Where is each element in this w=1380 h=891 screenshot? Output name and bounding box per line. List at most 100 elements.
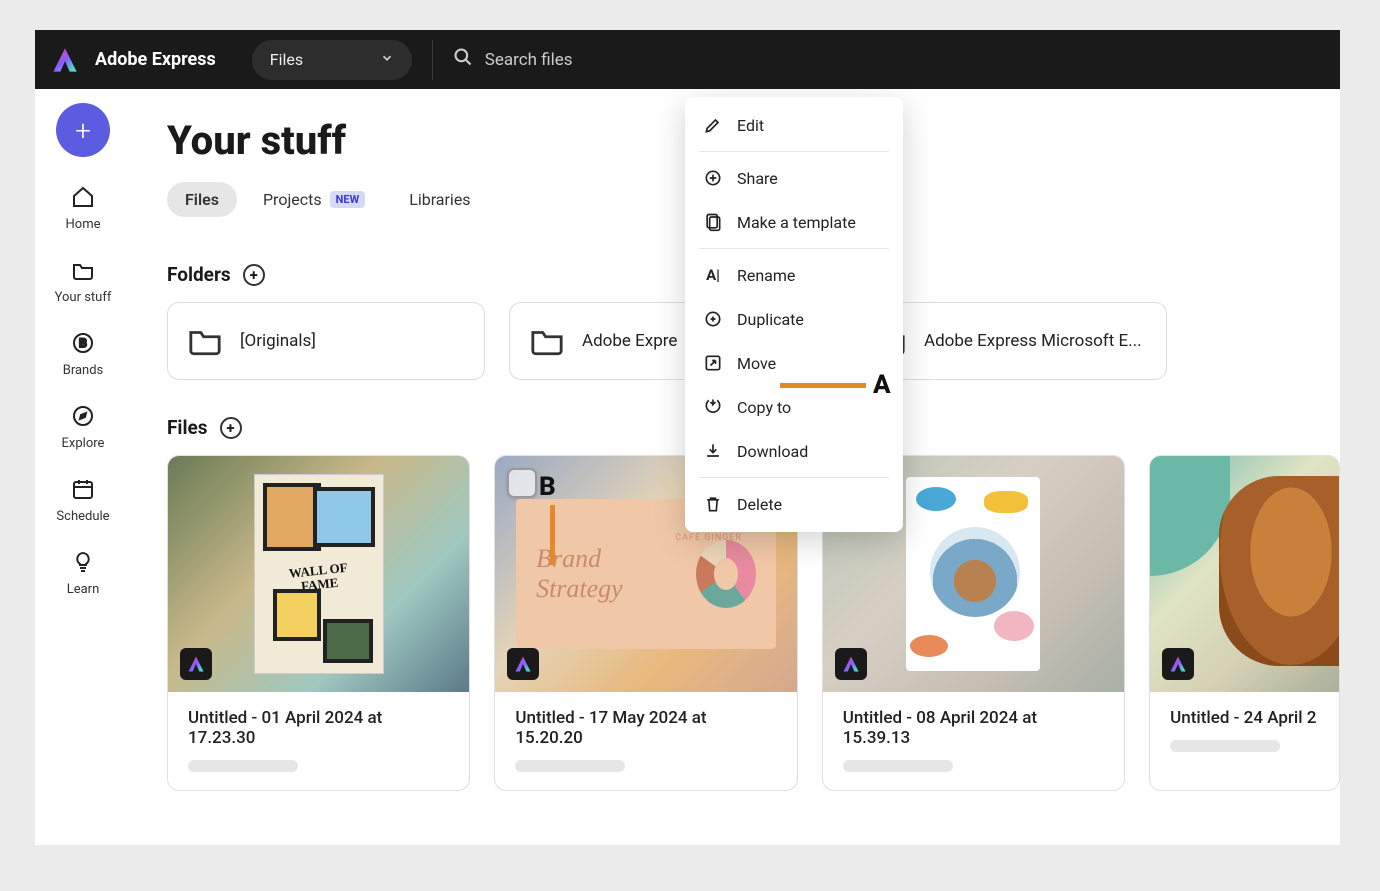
search-placeholder: Search files xyxy=(485,50,573,70)
thumbnail-caption: CAFE GINGER xyxy=(675,533,742,543)
context-menu: Edit Share Make a template A| Rename Dup… xyxy=(685,97,903,532)
adobe-badge-icon xyxy=(507,648,539,680)
folder-name: Adobe Express Microsoft E... xyxy=(924,331,1142,351)
app-frame: Adobe Express Files Search files + Home … xyxy=(35,30,1340,845)
scope-dropdown[interactable]: Files xyxy=(252,40,412,80)
ctx-label: Copy to xyxy=(737,398,791,417)
sidebar-item-your-stuff[interactable]: Your stuff xyxy=(43,250,123,313)
file-meta: Untitled - 24 April 2 xyxy=(1150,692,1339,770)
folder-icon xyxy=(530,326,564,356)
search-input[interactable]: Search files xyxy=(453,47,573,72)
file-card[interactable]: WALL OF FAME Untitled - 01 April 2024 at… xyxy=(167,455,470,791)
duplicate-icon xyxy=(703,309,723,329)
file-title: Untitled - 08 April 2024 at 15.39.13 xyxy=(843,708,1104,748)
file-meta: Untitled - 01 April 2024 at 17.23.30 xyxy=(168,692,469,790)
folder-icon xyxy=(188,326,222,356)
template-icon xyxy=(703,212,723,232)
file-subtitle-placeholder xyxy=(843,760,953,772)
ctx-separator xyxy=(699,477,889,478)
ctx-item-duplicate[interactable]: Duplicate xyxy=(685,297,903,341)
add-folder-button[interactable]: + xyxy=(243,264,265,286)
tab-libraries[interactable]: Libraries xyxy=(391,182,488,217)
adobe-logo-icon xyxy=(51,46,79,74)
ctx-label: Edit xyxy=(737,116,764,135)
adobe-badge-icon xyxy=(1162,648,1194,680)
home-icon xyxy=(71,185,95,213)
tab-projects[interactable]: Projects NEW xyxy=(245,182,383,217)
folder-card[interactable]: [Originals] xyxy=(167,302,485,380)
ctx-item-edit[interactable]: Edit xyxy=(685,103,903,147)
topbar-separator xyxy=(432,40,433,80)
annotation-label-a: A xyxy=(873,370,891,400)
sidebar-item-schedule[interactable]: Schedule xyxy=(43,469,123,532)
new-badge: NEW xyxy=(330,191,366,208)
pencil-icon xyxy=(703,115,723,135)
tab-files[interactable]: Files xyxy=(167,182,237,217)
share-icon xyxy=(703,168,723,188)
file-meta: Untitled - 08 April 2024 at 15.39.13 xyxy=(823,692,1124,790)
annotation-line-b xyxy=(550,505,555,565)
ctx-item-share[interactable]: Share xyxy=(685,156,903,200)
sidebar: + Home Your stuff B Brands Explore Sched… xyxy=(35,89,131,845)
section-title: Files xyxy=(167,416,208,439)
adobe-badge-icon xyxy=(180,648,212,680)
file-thumbnail xyxy=(1150,456,1339,692)
sidebar-item-label: Schedule xyxy=(56,509,109,524)
folder-name: Adobe Expre xyxy=(582,331,677,351)
file-card[interactable]: Untitled - 24 April 2 xyxy=(1149,455,1340,791)
sidebar-item-label: Explore xyxy=(62,436,105,451)
sidebar-item-label: Brands xyxy=(63,363,104,378)
annotation-label-b: B xyxy=(539,472,556,502)
adobe-badge-icon xyxy=(835,648,867,680)
thumbnail-chart xyxy=(696,540,756,608)
ctx-item-delete[interactable]: Delete xyxy=(685,482,903,526)
move-icon xyxy=(703,353,723,373)
ctx-item-copy-to[interactable]: Copy to xyxy=(685,385,903,429)
chevron-down-icon xyxy=(380,50,394,69)
file-subtitle-placeholder xyxy=(1170,740,1280,752)
file-title: Untitled - 01 April 2024 at 17.23.30 xyxy=(188,708,449,748)
ctx-separator xyxy=(699,151,889,152)
ctx-item-move[interactable]: Move xyxy=(685,341,903,385)
file-title: Untitled - 24 April 2 xyxy=(1170,708,1319,728)
sidebar-item-label: Learn xyxy=(67,582,100,597)
ctx-label: Move xyxy=(737,354,776,373)
file-meta: Untitled - 17 May 2024 at 15.20.20 xyxy=(495,692,796,790)
lightbulb-icon xyxy=(71,550,95,578)
sidebar-item-home[interactable]: Home xyxy=(43,177,123,240)
file-thumbnail: WALL OF FAME xyxy=(168,456,469,692)
add-file-button[interactable]: + xyxy=(220,417,242,439)
file-subtitle-placeholder xyxy=(515,760,625,772)
svg-text:B: B xyxy=(79,336,87,350)
create-new-button[interactable]: + xyxy=(56,103,110,157)
download-icon xyxy=(703,441,723,461)
folder-name: [Originals] xyxy=(240,331,316,351)
scope-dropdown-label: Files xyxy=(270,50,303,69)
ctx-label: Make a template xyxy=(737,213,856,232)
search-icon xyxy=(453,47,473,72)
ctx-item-rename[interactable]: A| Rename xyxy=(685,253,903,297)
ctx-label: Duplicate xyxy=(737,310,804,329)
folder-icon xyxy=(71,258,95,286)
sidebar-item-learn[interactable]: Learn xyxy=(43,542,123,605)
tab-label: Files xyxy=(185,190,219,209)
ctx-item-download[interactable]: Download xyxy=(685,429,903,473)
ctx-label: Rename xyxy=(737,266,795,285)
sidebar-item-explore[interactable]: Explore xyxy=(43,396,123,459)
compass-icon xyxy=(71,404,95,432)
ctx-label: Download xyxy=(737,442,808,461)
file-subtitle-placeholder xyxy=(188,760,298,772)
sidebar-item-brands[interactable]: B Brands xyxy=(43,323,123,386)
trash-icon xyxy=(703,494,723,514)
sidebar-item-label: Your stuff xyxy=(55,290,112,305)
calendar-icon xyxy=(71,477,95,505)
annotation-line-a xyxy=(780,383,866,388)
ctx-label: Share xyxy=(737,169,778,188)
ctx-separator xyxy=(699,248,889,249)
tab-label: Libraries xyxy=(409,190,470,209)
copy-icon xyxy=(703,397,723,417)
brand-icon: B xyxy=(71,331,95,359)
tab-label: Projects xyxy=(263,190,322,209)
select-checkbox[interactable] xyxy=(507,468,537,498)
ctx-item-make-template[interactable]: Make a template xyxy=(685,200,903,244)
